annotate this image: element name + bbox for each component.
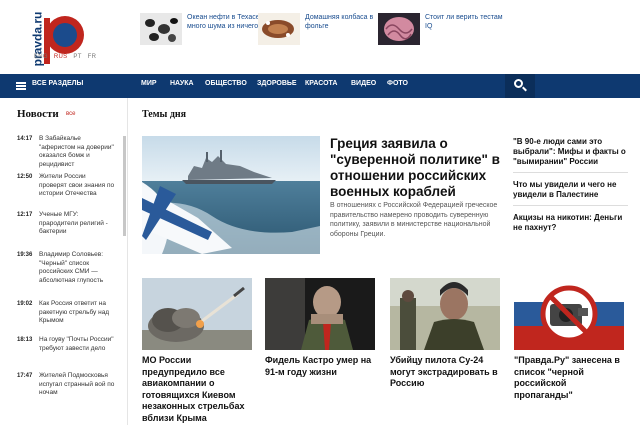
- news-title: На гоуву "Почты России" требуют завести …: [39, 336, 114, 352]
- news-time: 17:47: [17, 373, 33, 379]
- nav-item-video[interactable]: ВИДЕО: [351, 80, 376, 87]
- top-news-title: Стоит ли верить тестам IQ: [425, 14, 503, 30]
- nav-item-health[interactable]: ЗДОРОВЬЕ: [257, 80, 297, 87]
- news-time: 19:02: [17, 301, 33, 307]
- all-sections-button[interactable]: ВСЕ РАЗДЕЛЫ: [32, 80, 83, 87]
- hero-image[interactable]: [142, 136, 320, 254]
- divider: [513, 205, 628, 206]
- brain-thumbnail: [378, 13, 420, 45]
- side-news-item[interactable]: Что мы увидели и чего не увидели в Палес…: [513, 180, 628, 200]
- section-title: Темы дня: [142, 109, 187, 120]
- news-time: 12:50: [17, 174, 33, 180]
- top-news-item[interactable]: Океан нефти в Техасе: много шума из ниче…: [140, 13, 267, 47]
- side-news-item[interactable]: Акцизы на никотин: Деньги не пахнут?: [513, 213, 628, 233]
- list-item[interactable]: 17:47 Жителей Подмосковья испугал странн…: [17, 372, 121, 402]
- news-feed-title: Новости: [17, 108, 59, 120]
- news-title: Жители России проверят свои знания по ис…: [39, 173, 115, 197]
- menu-icon[interactable]: [16, 82, 26, 90]
- nav-item-photo[interactable]: ФОТО: [387, 80, 408, 87]
- card-headline[interactable]: "Правда.Ру" занесена в список "черной ро…: [514, 355, 626, 401]
- nav-item-science[interactable]: НАУКА: [170, 80, 194, 87]
- feed-scrollbar[interactable]: [123, 136, 126, 236]
- search-button[interactable]: [505, 74, 535, 98]
- news-time: 14:17: [17, 136, 33, 142]
- news-feed: Новости все 14:17 В Забайкалье "аферисто…: [0, 98, 128, 425]
- suspect-image[interactable]: [390, 278, 500, 350]
- language-switcher: ENG RUS PT FR: [34, 54, 100, 60]
- lang-rus[interactable]: RUS: [54, 54, 68, 60]
- top-news-item[interactable]: Стоит ли верить тестам IQ: [378, 13, 505, 47]
- news-feed-list: 14:17 В Забайкалье "аферистом на доверии…: [17, 135, 121, 402]
- news-time: 19:36: [17, 252, 33, 258]
- logo-mark: [44, 16, 84, 64]
- nav-item-world[interactable]: МИР: [141, 80, 157, 87]
- sausage-thumbnail: [258, 13, 300, 45]
- propaganda-image[interactable]: [514, 278, 624, 350]
- card-headline[interactable]: Убийцу пилота Су-24 могут экстрадировать…: [390, 355, 502, 390]
- list-item[interactable]: 14:17 В Забайкалье "аферистом на доверии…: [17, 135, 121, 173]
- news-title: Как Россия ответит на ракетную стрельбу …: [39, 300, 110, 324]
- list-item[interactable]: 12:17 Ученые МГУ: прародители религий - …: [17, 211, 121, 251]
- all-news-link[interactable]: все: [66, 111, 75, 117]
- news-title: Ученые МГУ: прародители религий - бактер…: [39, 211, 108, 235]
- site-header: pravda.ru ENG RUS PT FR Океан нефти в Те…: [0, 0, 640, 74]
- lang-fr[interactable]: FR: [88, 54, 97, 60]
- top-news-item[interactable]: Домашняя колбаса в фольге: [258, 13, 385, 47]
- hero-lead: В отношениях с Российской Федерацией гре…: [330, 202, 498, 238]
- list-item[interactable]: 12:50 Жители России проверят свои знания…: [17, 173, 121, 211]
- missile-image[interactable]: [142, 278, 252, 350]
- card-headline[interactable]: МО России предупредило все авиакомпании …: [142, 355, 254, 424]
- news-time: 18:13: [17, 337, 33, 343]
- hero-headline[interactable]: Греция заявила о "суверенной политике" в…: [330, 136, 500, 200]
- list-item[interactable]: 18:13 На гоуву "Почты России" требуют за…: [17, 336, 121, 372]
- news-title: Владимир Соловьев: "Черный" список росси…: [39, 251, 104, 284]
- list-item[interactable]: 19:02 Как Россия ответит на ракетную стр…: [17, 300, 121, 336]
- oil-thumbnail: [140, 13, 182, 45]
- nav-item-society[interactable]: ОБЩЕСТВО: [205, 80, 247, 87]
- top-news-title: Океан нефти в Техасе: много шума из ниче…: [187, 14, 262, 30]
- lang-eng[interactable]: ENG: [34, 54, 48, 60]
- news-time: 12:17: [17, 212, 33, 218]
- side-news-item[interactable]: "В 90-е люди сами это выбрали": Мифы и ф…: [513, 137, 628, 167]
- divider: [513, 172, 628, 173]
- card-headline[interactable]: Фидель Кастро умер на 91-м году жизни: [265, 355, 377, 378]
- top-news-title: Домашняя колбаса в фольге: [305, 14, 374, 30]
- nav-item-beauty[interactable]: КРАСОТА: [305, 80, 337, 87]
- news-title: Жителей Подмосковья испугал странный вой…: [39, 372, 115, 396]
- news-title: В Забайкалье "аферистом на доверии" оказ…: [39, 135, 114, 168]
- list-item[interactable]: 19:36 Владимир Соловьев: "Черный" список…: [17, 251, 121, 300]
- castro-image[interactable]: [265, 278, 375, 350]
- lang-pt[interactable]: PT: [73, 54, 81, 60]
- main-nav: ВСЕ РАЗДЕЛЫ МИР НАУКА ОБЩЕСТВО ЗДОРОВЬЕ …: [0, 74, 640, 98]
